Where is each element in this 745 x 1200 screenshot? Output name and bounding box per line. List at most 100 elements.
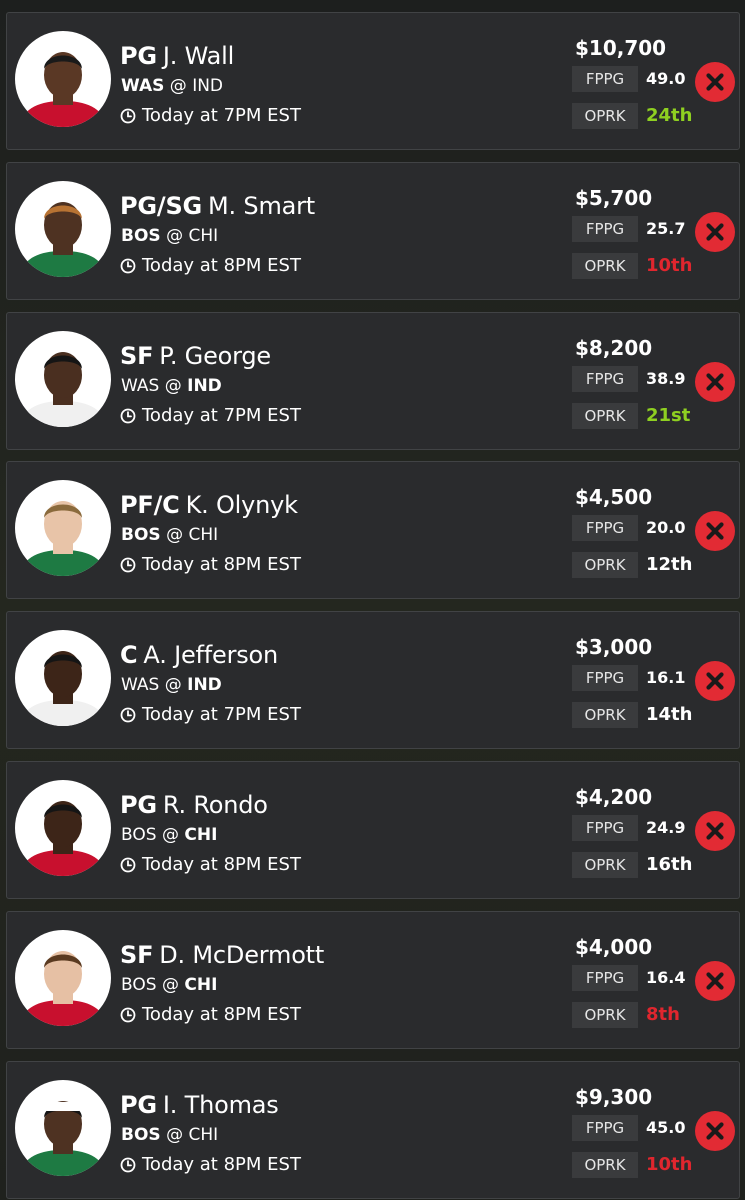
- player-position: PG: [120, 1090, 157, 1119]
- remove-player-button[interactable]: [695, 811, 735, 851]
- clock-icon: [120, 557, 136, 573]
- player-position: PG/SG: [120, 191, 203, 220]
- remove-player-button[interactable]: [695, 361, 735, 402]
- close-icon: [706, 73, 724, 91]
- player-name: J. Wall: [162, 42, 235, 70]
- player-card-2[interactable]: PG/SG M. Smart BOS @ CHI Today at 8PM EST…: [6, 161, 740, 300]
- player-salary: $8,200: [575, 335, 653, 360]
- clock-icon: [120, 1007, 136, 1023]
- player-card-7[interactable]: SF D. McDermott BOS @ CHI Today at 8PM ES…: [6, 910, 740, 1049]
- clock-icon: [120, 258, 136, 274]
- fppg-value: 45.0: [646, 1117, 686, 1137]
- player-avatar: [15, 480, 111, 577]
- player-card-6[interactable]: PG R. Rondo BOS @ CHI Today at 8PM EST $4…: [6, 761, 740, 899]
- game-time-text: Today at 8PM EST: [142, 1153, 301, 1175]
- player-card-1[interactable]: PG J. Wall WAS @ IND Today at 7PM EST $10…: [6, 12, 740, 150]
- game-time: Today at 8PM EST: [120, 1154, 301, 1176]
- clock-icon: [120, 1157, 136, 1172]
- oprk-value: 12th: [646, 554, 693, 576]
- player-name: D. McDermott: [159, 940, 325, 969]
- remove-player-button[interactable]: [695, 511, 735, 552]
- remove-player-button[interactable]: [695, 211, 735, 252]
- away-team: WAS: [121, 675, 160, 696]
- at-symbol: @: [166, 225, 184, 246]
- player-avatar: [15, 31, 111, 127]
- close-icon: [706, 672, 724, 690]
- game-time-text: Today at 8PM EST: [142, 254, 301, 276]
- oprk-value: 21st: [646, 404, 691, 426]
- oprk-value: 16th: [646, 854, 693, 875]
- close-icon: [706, 972, 724, 990]
- fppg-label: FPPG: [572, 215, 638, 242]
- at-symbol: @: [166, 525, 184, 546]
- player-card-3[interactable]: SF P. George WAS @ IND Today at 7PM EST $…: [6, 311, 740, 450]
- player-avatar: [15, 929, 111, 1026]
- remove-player-button[interactable]: [695, 661, 735, 702]
- player-name-line: PG J. Wall: [120, 41, 234, 71]
- player-position: PG: [120, 42, 157, 70]
- matchup: BOS @ CHI: [121, 524, 218, 546]
- matchup: WAS @ IND: [121, 375, 222, 397]
- player-card-4[interactable]: PF/C K. Olynyk BOS @ CHI Today at 8PM EST…: [6, 461, 740, 600]
- home-team: IND: [187, 375, 222, 396]
- fppg-value: 20.0: [646, 518, 686, 538]
- home-team: IND: [192, 76, 224, 96]
- remove-player-button[interactable]: [695, 1110, 735, 1151]
- player-avatar: [15, 1079, 111, 1176]
- home-team: CHI: [188, 1124, 219, 1145]
- game-time-text: Today at 7PM EST: [142, 704, 301, 726]
- fppg-label: FPPG: [572, 815, 638, 841]
- game-time-text: Today at 7PM EST: [142, 105, 301, 126]
- home-team: CHI: [188, 225, 219, 246]
- clock-icon: [120, 857, 136, 873]
- oprk-label: OPRK: [572, 702, 638, 729]
- player-name-line: PG/SG M. Smart: [120, 191, 315, 221]
- oprk-label: OPRK: [572, 103, 638, 129]
- matchup: BOS @ CHI: [121, 225, 218, 247]
- player-name: M. Smart: [208, 191, 316, 220]
- fppg-value: 16.1: [646, 668, 686, 688]
- oprk-label: OPRK: [572, 252, 638, 279]
- player-name-line: SF D. McDermott: [120, 940, 324, 970]
- at-symbol: @: [166, 1124, 184, 1145]
- game-time-text: Today at 8PM EST: [142, 554, 301, 576]
- fppg-label: FPPG: [572, 1114, 638, 1141]
- away-team: BOS: [121, 225, 161, 246]
- close-icon: [706, 1121, 724, 1140]
- player-avatar: [15, 330, 111, 427]
- player-name: R. Rondo: [162, 791, 268, 819]
- fppg-label: FPPG: [572, 964, 638, 991]
- matchup: BOS @ CHI: [121, 824, 217, 846]
- game-time: Today at 7PM EST: [120, 704, 301, 726]
- player-avatar: [15, 780, 111, 876]
- oprk-value: 14th: [646, 704, 693, 726]
- player-name-line: SF P. George: [120, 341, 271, 371]
- player-name-line: PF/C K. Olynyk: [120, 490, 298, 520]
- fppg-label: FPPG: [572, 665, 638, 692]
- at-symbol: @: [161, 974, 179, 995]
- player-salary: $9,300: [575, 1084, 653, 1109]
- away-team: BOS: [121, 825, 157, 845]
- fppg-value: 49.0: [646, 69, 686, 88]
- game-time: Today at 7PM EST: [120, 405, 301, 427]
- close-icon: [706, 372, 724, 391]
- away-team: BOS: [121, 1124, 161, 1145]
- away-team: WAS: [121, 76, 165, 96]
- player-position: C: [120, 641, 138, 670]
- fppg-value: 25.7: [646, 218, 686, 238]
- at-symbol: @: [169, 76, 187, 96]
- remove-player-button[interactable]: [695, 62, 735, 102]
- player-name: A. Jefferson: [143, 641, 279, 670]
- player-card-5[interactable]: C A. Jefferson WAS @ IND Today at 7PM EST…: [6, 611, 740, 750]
- player-name: K. Olynyk: [185, 491, 298, 520]
- remove-player-button[interactable]: [695, 960, 735, 1001]
- at-symbol: @: [164, 675, 182, 696]
- fppg-label: FPPG: [572, 66, 638, 92]
- oprk-label: OPRK: [572, 402, 638, 429]
- player-card-8[interactable]: PG I. Thomas BOS @ CHI Today at 8PM EST $…: [6, 1060, 740, 1199]
- oprk-value: 24th: [646, 105, 693, 126]
- player-name-line: PG I. Thomas: [120, 1090, 279, 1120]
- at-symbol: @: [161, 825, 179, 845]
- player-salary: $10,700: [575, 36, 667, 60]
- player-position: PG: [120, 791, 157, 819]
